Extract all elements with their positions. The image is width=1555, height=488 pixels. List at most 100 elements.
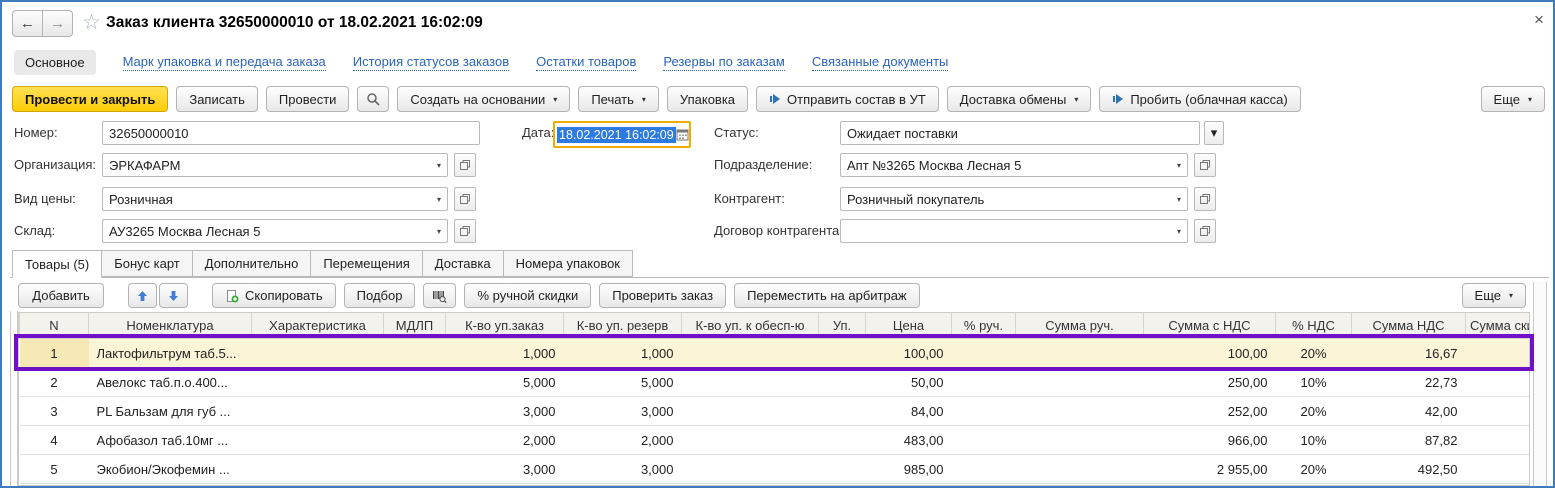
cell[interactable] — [1466, 426, 1530, 455]
dropdown-arrow-icon[interactable]: ▾ — [1172, 195, 1181, 204]
print-button[interactable]: Печать ▾ — [578, 86, 659, 112]
cell[interactable] — [1466, 455, 1530, 484]
tab-goods[interactable]: Товары (5) — [12, 250, 102, 278]
organization-select[interactable]: ЭРКАФАРМ ▾ — [102, 153, 448, 177]
cell[interactable] — [819, 339, 866, 368]
warehouse-open-button[interactable] — [454, 219, 476, 243]
warehouse-select[interactable]: АУ3265 Москва Лесная 5 ▾ — [102, 219, 448, 243]
cell[interactable] — [252, 368, 384, 397]
cell[interactable]: 2,000 — [446, 426, 564, 455]
nav-link-reserves[interactable]: Резервы по заказам — [663, 54, 784, 71]
copy-row-button[interactable]: Скопировать — [212, 283, 336, 308]
cell[interactable]: 1 — [20, 339, 89, 368]
move-up-button[interactable] — [128, 283, 157, 308]
cell[interactable] — [819, 455, 866, 484]
search-button[interactable] — [357, 86, 389, 112]
manual-discount-button[interactable]: % ручной скидки — [464, 283, 591, 308]
contract-open-button[interactable] — [1194, 219, 1216, 243]
nav-link-stock[interactable]: Остатки товаров — [536, 54, 636, 71]
cell[interactable]: 2 — [20, 368, 89, 397]
grid-more-button[interactable]: Еще ▾ — [1462, 283, 1526, 308]
cell[interactable]: 5,000 — [446, 368, 564, 397]
status-select[interactable]: Ожидает поставки — [840, 121, 1200, 145]
cell[interactable]: 20% — [1276, 339, 1352, 368]
cell[interactable]: 1,000 — [564, 339, 682, 368]
cell[interactable]: 20% — [1276, 455, 1352, 484]
cell[interactable]: 10% — [1276, 426, 1352, 455]
favorite-star-icon[interactable]: ☆ — [82, 12, 101, 33]
cell[interactable]: 3,000 — [564, 397, 682, 426]
cell[interactable]: 3,000 — [446, 397, 564, 426]
table-row-selected[interactable]: 1 Лактофильтрум таб.5... 1,000 1,000 100… — [20, 339, 1530, 368]
cell[interactable] — [952, 455, 1016, 484]
cell[interactable] — [952, 397, 1016, 426]
cell[interactable] — [952, 368, 1016, 397]
write-button[interactable]: Записать — [176, 86, 258, 112]
cell[interactable]: 87,82 — [1352, 426, 1466, 455]
cell[interactable]: 50,00 — [866, 368, 952, 397]
forward-button[interactable]: → — [42, 10, 73, 37]
dropdown-arrow-icon[interactable]: ▾ — [1172, 227, 1181, 236]
cell[interactable] — [682, 426, 819, 455]
move-down-button[interactable] — [159, 283, 188, 308]
tab-delivery[interactable]: Доставка — [422, 250, 504, 277]
cell[interactable]: Авелокс таб.п.о.400... — [89, 368, 252, 397]
cell[interactable]: 250,00 — [1144, 368, 1276, 397]
counterparty-open-button[interactable] — [1194, 187, 1216, 211]
cell[interactable] — [252, 426, 384, 455]
vertical-scrollbar[interactable] — [1533, 282, 1547, 486]
cell[interactable] — [1016, 455, 1144, 484]
cell[interactable] — [819, 397, 866, 426]
counterparty-select[interactable]: Розничный покупатель ▾ — [840, 187, 1188, 211]
cell[interactable] — [252, 339, 384, 368]
cell[interactable]: 42,00 — [1352, 397, 1466, 426]
barcode-button[interactable] — [423, 283, 456, 308]
cell[interactable]: 492,50 — [1352, 455, 1466, 484]
send-to-ut-button[interactable]: Отправить состав в УТ — [756, 86, 939, 112]
contract-select[interactable]: ▾ — [840, 219, 1188, 243]
dropdown-arrow-icon[interactable]: ▾ — [1172, 161, 1181, 170]
post-button[interactable]: Провести — [266, 86, 350, 112]
packing-button[interactable]: Упаковка — [667, 86, 748, 112]
tab-additional[interactable]: Дополнительно — [192, 250, 312, 277]
cell[interactable]: 1,000 — [446, 339, 564, 368]
cell[interactable]: 252,00 — [1144, 397, 1276, 426]
cell[interactable] — [384, 339, 446, 368]
pick-button[interactable]: Подбор — [344, 283, 416, 308]
cell[interactable]: 4 — [20, 426, 89, 455]
number-input[interactable] — [102, 121, 480, 145]
cell[interactable] — [1466, 397, 1530, 426]
cell[interactable]: 10% — [1276, 368, 1352, 397]
create-based-on-button[interactable]: Создать на основании ▾ — [397, 86, 570, 112]
department-open-button[interactable] — [1194, 153, 1216, 177]
cell[interactable]: 483,00 — [866, 426, 952, 455]
check-order-button[interactable]: Проверить заказ — [599, 283, 726, 308]
table-row[interactable]: 5 Экобион/Экофемин ... 3,000 3,000 985,0… — [20, 455, 1530, 484]
cloud-cashbox-button[interactable]: Пробить (облачная касса) — [1099, 86, 1300, 112]
tab-bonus-card[interactable]: Бонус карт — [101, 250, 193, 277]
dropdown-arrow-icon[interactable]: ▾ — [432, 161, 441, 170]
nav-link-marking[interactable]: Марк упаковка и передача заказа — [123, 54, 326, 71]
date-input[interactable]: 18.02.2021 16:02:09 — [553, 121, 691, 148]
cell[interactable] — [384, 397, 446, 426]
cell[interactable] — [1016, 397, 1144, 426]
close-button[interactable]: × — [1534, 10, 1544, 30]
cell[interactable]: 22,73 — [1352, 368, 1466, 397]
calendar-button[interactable] — [676, 123, 689, 146]
cell[interactable]: 2 955,00 — [1144, 455, 1276, 484]
delivery-exchange-button[interactable]: Доставка обмены ▾ — [947, 86, 1092, 112]
cell[interactable]: 5,000 — [564, 368, 682, 397]
department-select[interactable]: Апт №3265 Москва Лесная 5 ▾ — [840, 153, 1188, 177]
cell[interactable]: 3,000 — [564, 455, 682, 484]
cell[interactable]: Экобион/Экофемин ... — [89, 455, 252, 484]
cell[interactable] — [682, 368, 819, 397]
status-dropdown-button[interactable]: ▾ — [1204, 121, 1224, 145]
cell[interactable]: 5 — [20, 455, 89, 484]
cell[interactable] — [1466, 368, 1530, 397]
cell[interactable] — [384, 368, 446, 397]
cell[interactable] — [682, 339, 819, 368]
price-type-open-button[interactable] — [454, 187, 476, 211]
move-to-arbitration-button[interactable]: Переместить на арбитраж — [734, 283, 920, 308]
cell[interactable] — [1466, 339, 1530, 368]
cell[interactable]: Афобазол таб.10мг ... — [89, 426, 252, 455]
